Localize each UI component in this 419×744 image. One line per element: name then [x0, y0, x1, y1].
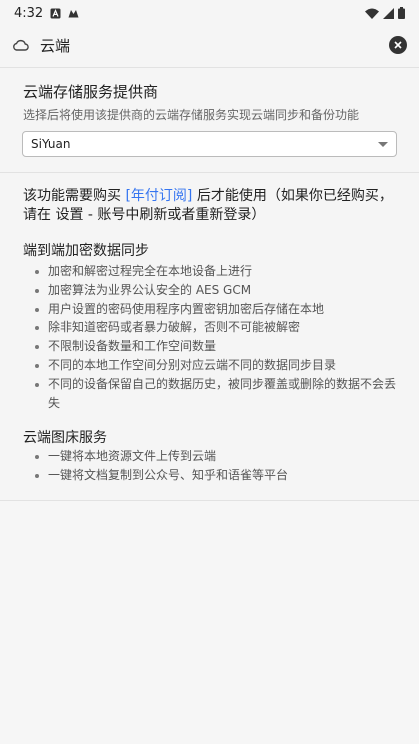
battery-icon	[398, 7, 405, 19]
e2e-title: 端到端加密数据同步	[23, 243, 149, 259]
list-item: 加密算法为业界公认安全的 AES GCM	[31, 281, 401, 300]
section-divider	[0, 172, 419, 173]
status-right	[365, 7, 405, 19]
image-hosting-title: 云端图床服务	[23, 430, 107, 446]
status-left: 4:32	[14, 6, 79, 21]
list-item: 不限制设备数量和工作空间数量	[31, 337, 401, 356]
list-item: 除非知道密码或者暴力破解，否则不可能被解密	[31, 318, 401, 337]
notification-m-icon	[68, 9, 79, 17]
list-item: 不同的设备保留自己的数据历史，被同步覆盖或删除的数据不会丢失	[31, 375, 401, 413]
status-time: 4:32	[14, 5, 44, 21]
provider-description: 选择后将使用该提供商的云端存储服务实现云端同步和备份功能	[23, 108, 360, 122]
list-item: 用户设置的密码使用程序内置密钥加密后存储在本地	[31, 300, 401, 319]
provider-select-value: SiYuan	[31, 137, 71, 151]
status-bar: 4:32	[0, 0, 419, 26]
list-item: 不同的本地工作空间分别对应云端不同的数据同步目录	[31, 356, 401, 375]
page-title: 云端	[40, 36, 71, 55]
close-button[interactable]	[389, 36, 407, 54]
notification-a-icon	[50, 8, 61, 18]
list-item: 加密和解密过程完全在本地设备上进行	[31, 262, 401, 281]
list-item: 一键将本地资源文件上传到云端	[31, 447, 401, 466]
provider-title: 云端存储服务提供商	[23, 83, 159, 101]
empty-area	[0, 501, 419, 744]
e2e-feature-list: 加密和解密过程完全在本地设备上进行 加密算法为业界公认安全的 AES GCM 用…	[31, 262, 401, 412]
header: 云端	[0, 26, 419, 64]
close-icon	[394, 41, 402, 49]
cloud-icon	[13, 39, 29, 51]
annual-subscription-link[interactable]: [年付订阅]	[125, 188, 192, 204]
wifi-icon	[365, 8, 379, 19]
list-item: 一键将文档复制到公众号、知乎和语雀等平台	[31, 466, 401, 485]
subscription-notice: 该功能需要购买 [年付订阅] 后才能使用（如果你已经购买，请在 设置 - 账号中…	[23, 187, 401, 225]
image-hosting-feature-list: 一键将本地资源文件上传到云端 一键将文档复制到公众号、知乎和语雀等平台	[31, 447, 401, 485]
notice-prefix: 该功能需要购买	[23, 188, 126, 204]
header-divider	[0, 67, 419, 68]
provider-select[interactable]: SiYuan	[22, 131, 397, 157]
signal-icon	[383, 7, 394, 19]
chevron-down-icon	[378, 141, 388, 147]
